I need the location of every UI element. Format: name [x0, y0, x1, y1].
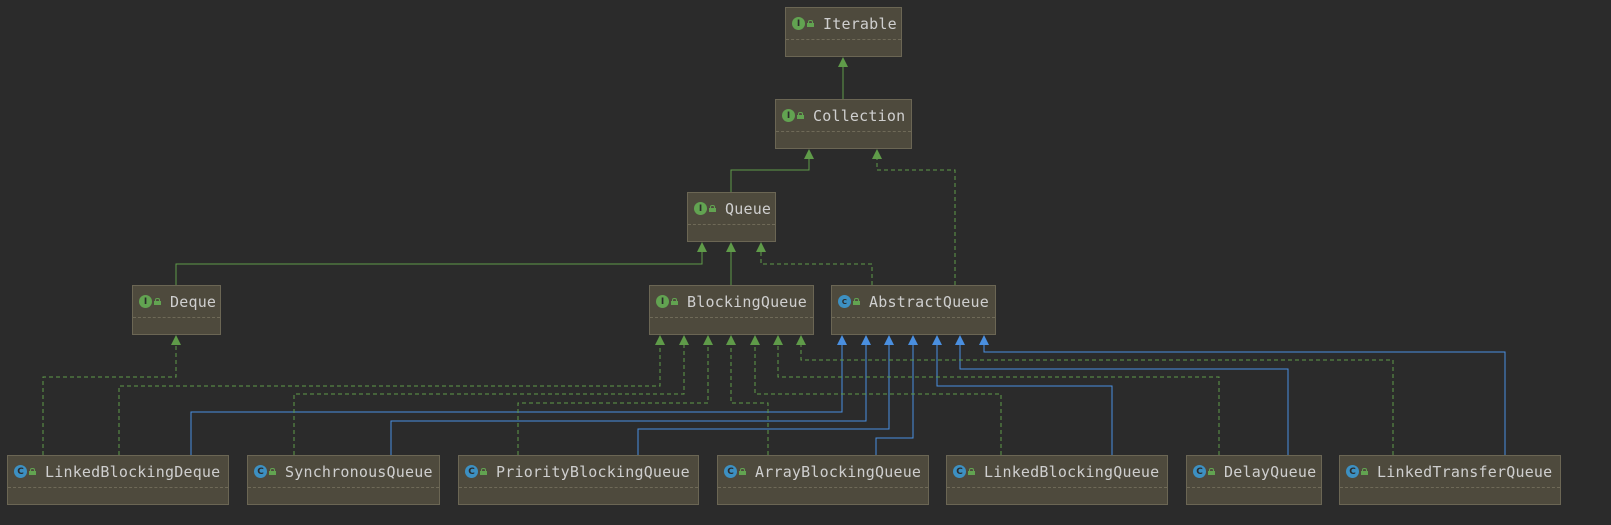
lock-icon [968, 468, 975, 475]
node-label: LinkedTransferQueue [1377, 462, 1553, 481]
edge-sq-blockingqueue-arrowhead [679, 335, 689, 345]
lock-icon [709, 205, 716, 212]
lock-icon [29, 468, 36, 475]
node-blockingqueue[interactable]: I BlockingQueue [649, 285, 814, 335]
edge-pbq-blockingqueue [517, 345, 709, 455]
edge-queue-collection [730, 159, 810, 192]
edge-blockingqueue-queue-arrowhead [726, 242, 736, 252]
edge-pbq-abstractqueue-arrowhead [884, 335, 894, 345]
node-label: DelayQueue [1224, 462, 1317, 481]
edge-dq-blockingqueue-arrowhead [773, 335, 783, 345]
edge-abstractqueue-collection [876, 159, 956, 285]
diagram-edges [42, 57, 1506, 455]
class-icon: C [254, 465, 267, 478]
edge-lbd-blockingqueue-arrowhead [655, 335, 665, 345]
node-delayqueue[interactable]: C DelayQueue [1186, 455, 1322, 505]
node-priorityblockingqueue[interactable]: C PriorityBlockingQueue [458, 455, 699, 505]
node-label: LinkedBlockingQueue [984, 462, 1160, 481]
node-label: Queue [725, 199, 772, 218]
lock-icon [1208, 468, 1215, 475]
edge-queue-collection-arrowhead [804, 149, 814, 159]
lock-icon [739, 468, 746, 475]
node-deque[interactable]: I Deque [132, 285, 221, 335]
edge-deque-queue [175, 252, 703, 285]
edge-sq-abstractqueue-arrowhead [861, 335, 871, 345]
edge-dq-blockingqueue [777, 345, 1220, 455]
lock-icon [154, 298, 161, 305]
edge-lbd-deque [42, 345, 177, 455]
interface-icon: I [694, 202, 707, 215]
class-icon: C [724, 465, 737, 478]
edge-ltq-abstractqueue-arrowhead [979, 335, 989, 345]
node-label: PriorityBlockingQueue [496, 462, 690, 481]
node-abstractqueue[interactable]: C AbstractQueue [831, 285, 996, 335]
edge-lbq-abstractqueue-arrowhead [932, 335, 942, 345]
edge-abstractqueue-queue [760, 252, 873, 285]
edge-lbq-blockingqueue-arrowhead [750, 335, 760, 345]
abstract-class-icon: C [838, 295, 851, 308]
edge-abq-blockingqueue [730, 345, 769, 455]
edge-dq-abstractqueue-arrowhead [955, 335, 965, 345]
lock-icon [797, 112, 804, 119]
node-collection[interactable]: I Collection [775, 99, 912, 149]
class-icon: C [14, 465, 27, 478]
edge-abq-abstractqueue [875, 345, 914, 455]
edge-lbd-deque-arrowhead [171, 335, 181, 345]
node-arrayblockingqueue[interactable]: C ArrayBlockingQueue [717, 455, 929, 505]
edge-ltq-abstractqueue [983, 345, 1506, 455]
lock-icon [269, 468, 276, 475]
node-label: AbstractQueue [869, 292, 989, 311]
node-synchronousqueue[interactable]: C SynchronousQueue [247, 455, 440, 505]
edge-abq-abstractqueue-arrowhead [908, 335, 918, 345]
edge-abq-blockingqueue-arrowhead [726, 335, 736, 345]
node-label: ArrayBlockingQueue [755, 462, 922, 481]
edge-lbd-abstractqueue [190, 345, 843, 455]
class-icon: C [465, 465, 478, 478]
class-icon: C [953, 465, 966, 478]
node-label: Deque [170, 292, 217, 311]
edge-pbq-blockingqueue-arrowhead [703, 335, 713, 345]
edge-collection-iterable-arrowhead [838, 57, 848, 67]
lock-icon [1361, 468, 1368, 475]
node-label: LinkedBlockingDeque [45, 462, 221, 481]
edge-abstractqueue-queue-arrowhead [756, 242, 766, 252]
node-label: Iterable [823, 14, 897, 33]
edge-pbq-abstractqueue [637, 345, 890, 455]
edge-deque-queue-arrowhead [697, 242, 707, 252]
lock-icon [853, 298, 860, 305]
edge-sq-abstractqueue [390, 345, 867, 455]
edge-lbd-blockingqueue [118, 345, 661, 455]
edge-abstractqueue-collection-arrowhead [872, 149, 882, 159]
edge-dq-abstractqueue [959, 345, 1289, 455]
node-iterable[interactable]: I Iterable [785, 7, 902, 57]
edge-ltq-blockingqueue-arrowhead [796, 335, 806, 345]
interface-icon: I [139, 295, 152, 308]
node-queue[interactable]: I Queue [687, 192, 776, 242]
lock-icon [480, 468, 487, 475]
edge-lbd-abstractqueue-arrowhead [837, 335, 847, 345]
interface-icon: I [656, 295, 669, 308]
class-icon: C [1346, 465, 1359, 478]
edge-lbq-abstractqueue [936, 345, 1113, 455]
node-label: SynchronousQueue [285, 462, 433, 481]
edge-sq-blockingqueue [293, 345, 685, 455]
node-label: Collection [813, 106, 906, 125]
node-linkedblockingdeque[interactable]: C LinkedBlockingDeque [7, 455, 229, 505]
interface-icon: I [782, 109, 795, 122]
node-label: BlockingQueue [687, 292, 807, 311]
uml-class-diagram: I Iterable I Collection I Queue I Deque … [0, 0, 1611, 525]
class-icon: C [1193, 465, 1206, 478]
lock-icon [807, 20, 814, 27]
node-linkedtransferqueue[interactable]: C LinkedTransferQueue [1339, 455, 1561, 505]
interface-icon: I [792, 17, 805, 30]
node-linkedblockingqueue[interactable]: C LinkedBlockingQueue [946, 455, 1168, 505]
lock-icon [671, 298, 678, 305]
